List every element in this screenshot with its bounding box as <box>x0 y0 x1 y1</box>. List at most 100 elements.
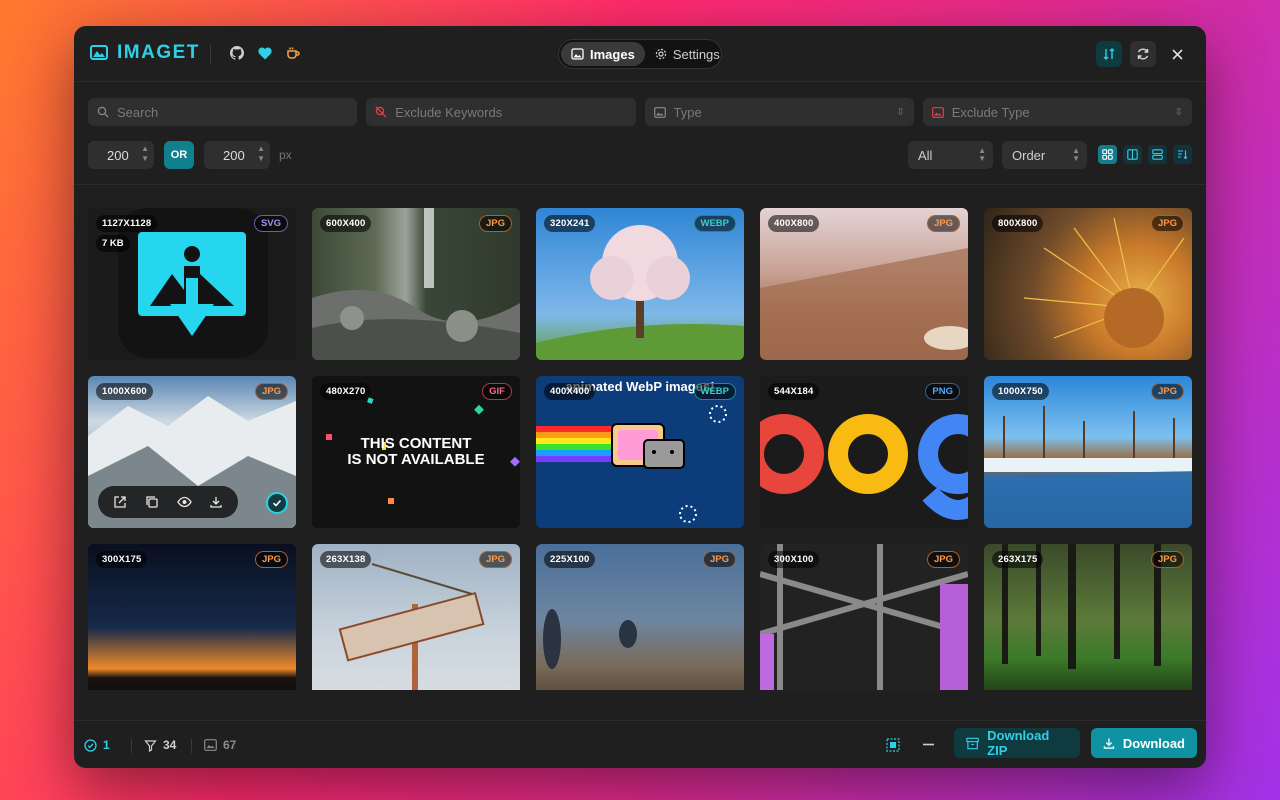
image-card[interactable]: 1000X600 JPG <box>88 376 296 528</box>
grid-view-button[interactable] <box>1098 145 1117 164</box>
search-icon <box>97 106 109 118</box>
dimension-badge: 225X100 <box>544 551 596 568</box>
dimension-badge: 263X138 <box>320 551 372 568</box>
dimension-badge: 800X800 <box>992 215 1044 232</box>
dimension-badge: 263X175 <box>992 551 1044 568</box>
type-badge: JPG <box>478 215 512 232</box>
type-badge: WEBP <box>693 383 736 400</box>
deselect-button[interactable] <box>922 738 935 751</box>
image-card[interactable]: 300X100 JPG <box>760 544 968 690</box>
download-label: Download <box>1122 735 1185 751</box>
chevron-updown-icon: ⇳ <box>896 106 905 118</box>
search-input[interactable]: Search <box>88 98 358 126</box>
rows-view-button[interactable] <box>1148 145 1167 164</box>
image-off-icon <box>931 106 944 118</box>
download-icon[interactable] <box>206 492 226 512</box>
stepper-arrows-icon[interactable]: ▲ ▼ <box>257 144 265 164</box>
columns-icon <box>1127 149 1138 160</box>
order-select[interactable]: Order ▲ ▼ <box>1002 141 1087 169</box>
image-card[interactable]: 600X400 JPG <box>312 208 520 360</box>
app-window: IMAGET Images Settings Search Exclude Ke… <box>74 26 1206 768</box>
minus-icon <box>923 743 934 746</box>
selected-count: 1 <box>84 738 110 752</box>
image-card[interactable]: THIS CONTENT IS NOT AVAILABLE 480X270 GI… <box>312 376 520 528</box>
or-toggle-button[interactable]: OR <box>164 141 194 169</box>
select-all-button[interactable] <box>886 738 900 752</box>
heart-icon[interactable] <box>256 44 274 62</box>
stepper-arrows-icon[interactable]: ▲ ▼ <box>141 144 149 164</box>
image-card[interactable]: 320X241 WEBP <box>536 208 744 360</box>
or-label: OR <box>170 149 188 161</box>
max-size-stepper[interactable]: 200 ▲ ▼ <box>204 141 270 169</box>
open-external-icon[interactable] <box>110 492 130 512</box>
gif-placeholder-text: THIS CONTENT IS NOT AVAILABLE <box>312 436 520 468</box>
type-placeholder: Type <box>673 104 702 120</box>
coffee-icon[interactable] <box>284 44 302 62</box>
chevron-updown-icon: ⇳ <box>1174 106 1183 118</box>
image-card[interactable]: 544X184 PNG <box>760 376 968 528</box>
image-card[interactable]: 1127X1128 7 KB SVG <box>88 208 296 360</box>
sort-list-button[interactable] <box>1173 145 1192 164</box>
github-icon[interactable] <box>228 44 246 62</box>
tab-settings[interactable]: Settings <box>645 42 730 66</box>
type-badge: JPG <box>254 551 288 568</box>
image-card[interactable]: 800X800 JPG <box>984 208 1192 360</box>
copy-icon[interactable] <box>142 492 162 512</box>
chevron-updown-icon: ▲ ▼ <box>978 146 986 163</box>
dimension-badge: 1127X1128 <box>96 215 158 232</box>
type-badge: JPG <box>702 551 736 568</box>
tab-images[interactable]: Images <box>561 42 645 66</box>
tab-settings-label: Settings <box>672 46 720 62</box>
selected-checkbox[interactable] <box>266 492 288 514</box>
selected-count-value: 1 <box>103 738 110 752</box>
type-badge: JPG <box>926 551 960 568</box>
dimension-badge: 544X184 <box>768 383 820 400</box>
gif-placeholder-line: THIS CONTENT IS NOT AVAILABLE <box>347 435 485 468</box>
archive-icon <box>966 737 979 749</box>
image-card[interactable]: 1000X750 JPG <box>984 376 1192 528</box>
dimension-badge: 480X270 <box>320 383 372 400</box>
image-card[interactable]: 400X800 JPG <box>760 208 968 360</box>
dimension-badge: 300X100 <box>768 551 820 568</box>
toolbar-divider <box>74 184 1206 185</box>
dimension-badge: 320X241 <box>544 215 596 232</box>
image-card[interactable]: 263X138 JPG <box>312 544 520 690</box>
card-actions-bar <box>98 486 238 518</box>
image-card[interactable]: 300X175 JPG <box>88 544 296 690</box>
min-size-stepper[interactable]: 200 ▲ ▼ <box>88 141 154 169</box>
exclude-type-select[interactable]: Exclude Type ⇳ <box>922 98 1192 126</box>
tab-images-label: Images <box>590 46 635 62</box>
image-icon <box>571 48 584 60</box>
eye-icon[interactable] <box>174 492 194 512</box>
filesize-badge: 7 KB <box>96 235 130 252</box>
grid-icon <box>1102 149 1113 160</box>
footer-divider <box>191 739 192 753</box>
app-brand: IMAGET <box>117 42 200 63</box>
download-zip-button[interactable]: Download ZIP <box>954 728 1080 758</box>
image-card[interactable]: 225X100 JPG <box>536 544 744 690</box>
dimension-badge: 600X400 <box>320 215 372 232</box>
filtered-count: 34 <box>144 738 176 752</box>
refresh-button[interactable] <box>1130 41 1156 67</box>
sort-toggle-button[interactable] <box>1096 41 1122 67</box>
image-icon <box>653 106 666 118</box>
image-card[interactable]: 263X175 JPG <box>984 544 1192 690</box>
type-badge: JPG <box>926 215 960 232</box>
rows-icon <box>1152 149 1163 160</box>
total-count-value: 67 <box>223 738 237 752</box>
dimension-badge: 400X400 <box>544 383 596 400</box>
type-select[interactable]: Type ⇳ <box>644 98 914 126</box>
header-divider <box>210 44 211 64</box>
type-badge: JPG <box>254 383 288 400</box>
size-unit: px <box>279 148 292 162</box>
header: IMAGET Images Settings <box>74 26 1206 82</box>
image-card[interactable]: animated WebP images! 400X400 WEBP <box>536 376 744 528</box>
download-button[interactable]: Download <box>1091 728 1197 758</box>
close-icon <box>1171 48 1183 60</box>
chevron-updown-icon: ▲ ▼ <box>1072 146 1080 163</box>
scope-select[interactable]: All ▲ ▼ <box>908 141 993 169</box>
exclude-keywords-input[interactable]: Exclude Keywords <box>366 98 636 126</box>
footer-divider <box>131 739 132 753</box>
columns-view-button[interactable] <box>1123 145 1142 164</box>
close-button[interactable] <box>1164 41 1190 67</box>
